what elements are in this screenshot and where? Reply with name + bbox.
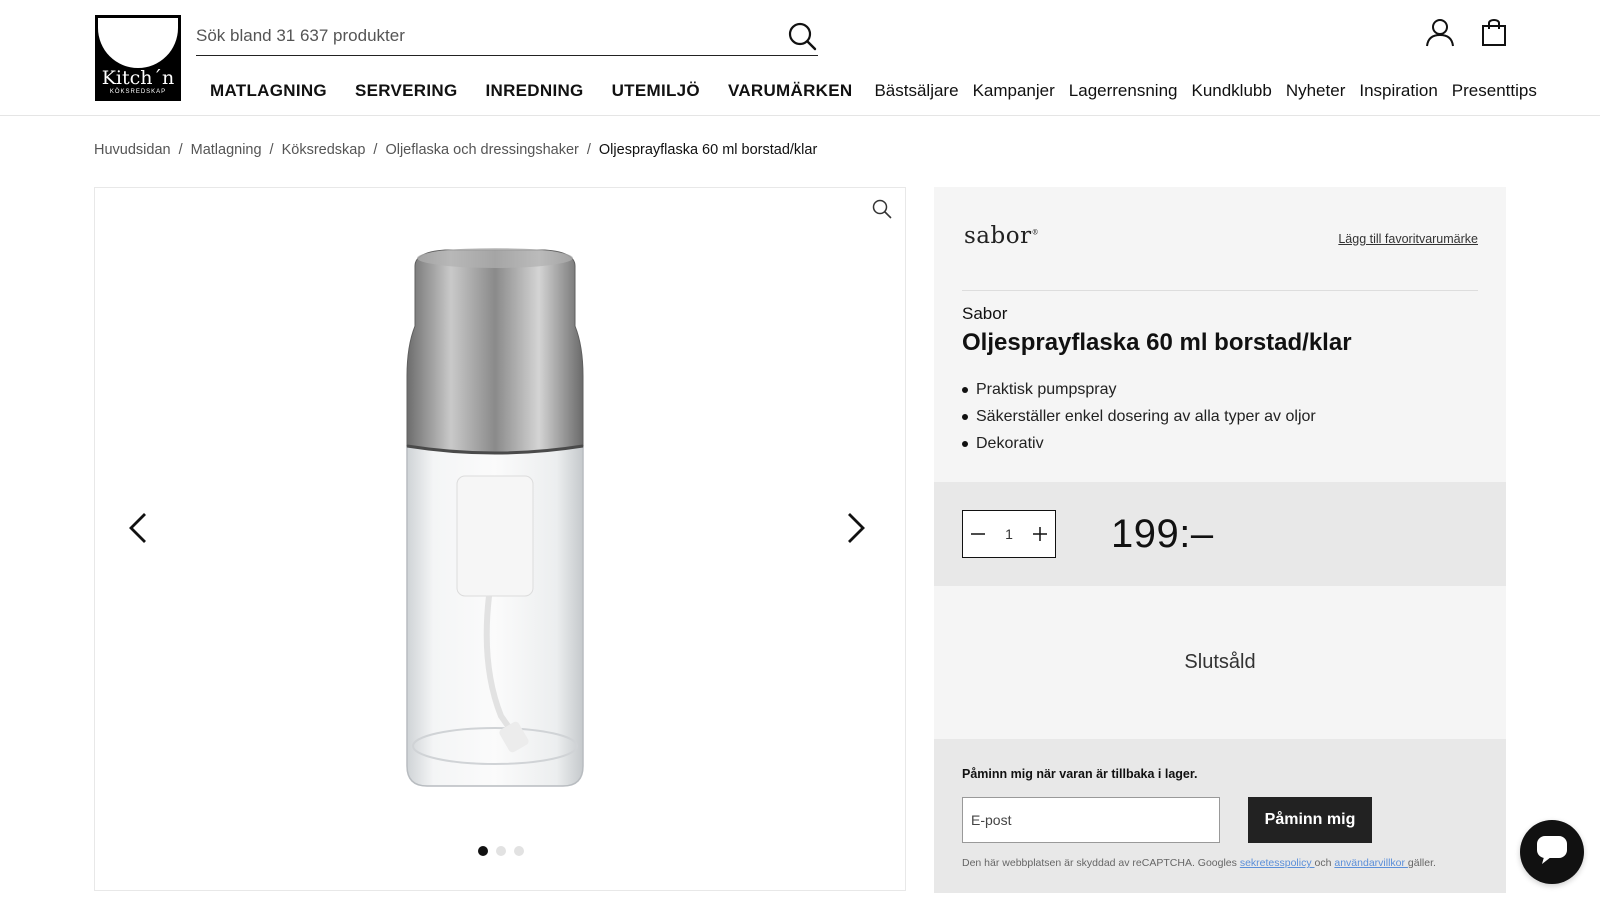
feature-list: Praktisk pumpspray Säkerställer enkel do…	[962, 376, 1316, 457]
nav-item-kundklubb[interactable]: Kundklubb	[1191, 81, 1271, 101]
terms-link[interactable]: användarvillkor	[1334, 857, 1408, 869]
product-image[interactable]	[385, 246, 605, 806]
restock-notify-form: Påminn mig när varan är tillbaka i lager…	[934, 739, 1506, 893]
purchase-row: 1 199:–	[934, 482, 1506, 586]
recaptcha-notice: Den här webbplatsen är skyddad av reCAPT…	[962, 857, 1436, 869]
breadcrumb: Huvudsidan / Matlagning / Köksredskap / …	[94, 142, 817, 158]
brand-logo-mark: ®	[1031, 228, 1040, 237]
brand-logo-text: sabor	[964, 223, 1032, 249]
product-gallery	[94, 187, 906, 891]
feature-item: Praktisk pumpspray	[962, 376, 1316, 403]
magnifier-icon[interactable]	[871, 198, 893, 220]
breadcrumb-item-oljeflaska[interactable]: Oljeflaska och dressingshaker	[385, 142, 578, 158]
add-favorite-brand-link[interactable]: Lägg till favoritvarumärke	[1338, 232, 1478, 246]
nav-item-lagerrensning[interactable]: Lagerrensning	[1069, 81, 1178, 101]
nav-item-servering[interactable]: SERVERING	[355, 81, 458, 101]
gallery-dot-1[interactable]	[478, 846, 488, 856]
brand-logo[interactable]: sabor®	[964, 223, 1039, 249]
chat-button[interactable]	[1520, 820, 1584, 884]
search-bar	[196, 16, 818, 56]
remind-me-button[interactable]: Påminn mig	[1248, 797, 1372, 843]
search-icon[interactable]	[786, 20, 818, 52]
logo-subtitle: KÖKSREDSKAP	[109, 89, 167, 95]
search-input[interactable]	[196, 22, 756, 50]
plus-icon[interactable]	[1025, 511, 1055, 557]
recaptcha-and: och	[1314, 857, 1335, 869]
chevron-right-icon[interactable]	[835, 508, 875, 548]
divider	[962, 290, 1478, 291]
product-title: Oljesprayflaska 60 ml borstad/klar	[962, 329, 1352, 356]
gallery-dot-2[interactable]	[496, 846, 506, 856]
breadcrumb-item-koksredskap[interactable]: Köksredskap	[282, 142, 366, 158]
logo-bowl-shape	[98, 18, 178, 68]
quantity-stepper: 1	[962, 510, 1056, 558]
product-price: 199:–	[1111, 512, 1214, 556]
breadcrumb-item-home[interactable]: Huvudsidan	[94, 142, 171, 158]
recaptcha-prefix: Den här webbplatsen är skyddad av reCAPT…	[962, 857, 1240, 869]
logo-name: Kitch´n	[101, 67, 175, 89]
nav-item-utemiljo[interactable]: UTEMILJÖ	[612, 81, 700, 101]
gallery-dot-3[interactable]	[514, 846, 524, 856]
breadcrumb-separator: /	[178, 142, 183, 158]
user-icon[interactable]	[1424, 16, 1456, 48]
product-brand: Sabor	[962, 304, 1008, 323]
nav-item-varumarken[interactable]: VARUMÄRKEN	[728, 81, 853, 101]
site-logo[interactable]: Kitch´n KÖKSREDSKAP	[95, 15, 181, 101]
stock-status: Slutsåld	[1184, 650, 1256, 673]
privacy-policy-link[interactable]: sekretesspolicy	[1240, 857, 1315, 869]
breadcrumb-current: Oljesprayflaska 60 ml borstad/klar	[598, 142, 818, 158]
feature-item: Säkerställer enkel dosering av alla type…	[962, 403, 1316, 430]
main-navigation: MATLAGNING SERVERING INREDNING UTEMILJÖ …	[210, 78, 1537, 104]
breadcrumb-separator: /	[373, 142, 378, 158]
quantity-value[interactable]: 1	[993, 526, 1025, 542]
email-field[interactable]	[962, 797, 1220, 843]
nav-item-nyheter[interactable]: Nyheter	[1286, 81, 1346, 101]
nav-item-inredning[interactable]: INREDNING	[485, 81, 583, 101]
shopping-bag-icon[interactable]	[1478, 16, 1510, 48]
nav-item-matlagning[interactable]: MATLAGNING	[210, 81, 327, 101]
nav-item-kampanjer[interactable]: Kampanjer	[973, 81, 1055, 101]
nav-item-inspiration[interactable]: Inspiration	[1359, 81, 1437, 101]
nav-item-bastsaljare[interactable]: Bästsäljare	[874, 81, 958, 101]
recaptcha-suffix: gäller.	[1407, 857, 1436, 869]
product-info-panel: sabor® Lägg till favoritvarumärke Sabor …	[934, 187, 1506, 893]
gallery-pagination	[95, 846, 907, 856]
feature-item: Dekorativ	[962, 430, 1316, 457]
notify-label: Påminn mig när varan är tillbaka i lager…	[962, 767, 1198, 781]
breadcrumb-separator: /	[586, 142, 591, 158]
chat-bubble-icon	[1536, 835, 1568, 870]
chevron-left-icon[interactable]	[119, 508, 159, 548]
nav-item-presenttips[interactable]: Presenttips	[1452, 81, 1537, 101]
minus-icon[interactable]	[963, 511, 993, 557]
breadcrumb-separator: /	[269, 142, 274, 158]
site-header: Kitch´n KÖKSREDSKAP MATLAGNING SERVERING…	[0, 0, 1600, 116]
breadcrumb-item-matlagning[interactable]: Matlagning	[191, 142, 262, 158]
